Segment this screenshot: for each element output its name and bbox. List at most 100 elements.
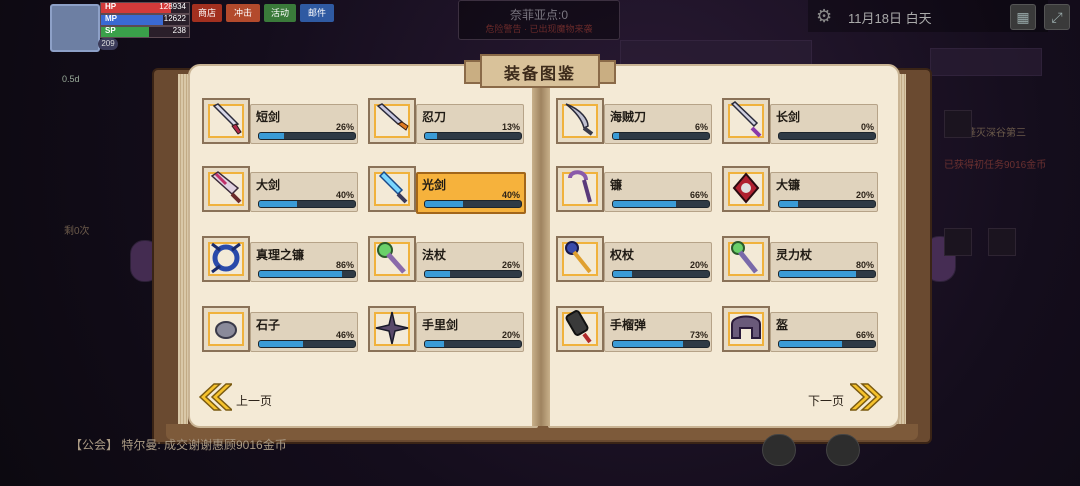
- sp-label: SP: [105, 26, 116, 35]
- collection-percent: 26%: [335, 122, 354, 132]
- hud-button-mail[interactable]: 邮件: [300, 4, 334, 22]
- collection-percent: 20%: [855, 190, 874, 200]
- great-sword-icon: [210, 171, 242, 204]
- equipment-name: 灵力杖: [776, 248, 813, 262]
- collection-percent: 80%: [855, 260, 874, 270]
- scepter-icon: [565, 241, 592, 274]
- mp-label: MP: [105, 14, 117, 23]
- equipment-card[interactable]: 盔 66%: [722, 306, 878, 352]
- top-status-line1: 奈菲亚点:0: [509, 8, 568, 22]
- hud-button-event[interactable]: 活动: [264, 4, 296, 22]
- equipment-card[interactable]: 长剑 0%: [722, 98, 878, 144]
- equipment-card[interactable]: 忍刀 13%: [368, 98, 524, 144]
- card-icon-frame: [722, 236, 770, 282]
- great-scythe-icon: [732, 172, 760, 204]
- card-icon-frame: [556, 236, 604, 282]
- equipment-card[interactable]: 真理之镰 86%: [202, 236, 358, 282]
- progress-bar: [778, 132, 876, 140]
- equipment-name: 盔: [776, 318, 789, 332]
- title-ribbon: 装备图鉴: [462, 52, 618, 88]
- helmet-icon: [731, 315, 761, 339]
- bottom-action-button[interactable]: [762, 434, 796, 466]
- equipment-card[interactable]: 手榴弹 73%: [556, 306, 712, 352]
- double-chevron-left-icon: [198, 383, 232, 411]
- progress-fill: [613, 341, 684, 347]
- equipment-card[interactable]: 大镰 20%: [722, 166, 878, 212]
- book-spine: [532, 66, 550, 426]
- progress-fill: [259, 201, 298, 207]
- equipment-name: 忍刀: [422, 110, 447, 124]
- card-icon-frame: [556, 166, 604, 212]
- progress-fill: [613, 201, 677, 207]
- equipment-card[interactable]: 大剑 40%: [202, 166, 358, 212]
- equipment-card[interactable]: 灵力杖 80%: [722, 236, 878, 282]
- equipment-name: 短剑: [256, 110, 281, 124]
- buff-timer-text: 0.5d: [62, 74, 80, 84]
- page-edge-left: [178, 74, 188, 424]
- background-tile: [930, 48, 1042, 76]
- card-icon-frame: [368, 98, 416, 144]
- progress-bar: [778, 270, 876, 278]
- progress-bar: [778, 340, 876, 348]
- equipment-name: 长剑: [776, 110, 801, 124]
- card-icon-frame: [556, 306, 604, 352]
- progress-fill: [613, 133, 619, 139]
- equipment-name: 手榴弹: [610, 318, 647, 332]
- top-status-panel: 奈菲亚点:0 危险警告 · 已出现魔物来袭: [458, 0, 620, 40]
- map-icon[interactable]: ▦: [1010, 4, 1036, 30]
- equipment-name: 手里剑: [422, 318, 459, 332]
- equipment-card[interactable]: 海贼刀 6%: [556, 98, 712, 144]
- pirate-blade-icon: [565, 103, 594, 136]
- collection-percent: 66%: [689, 190, 708, 200]
- guild-chat-message: 【公会】 特尔曼: 成交谢谢惠顾9016金币: [70, 438, 287, 452]
- collection-percent: 46%: [335, 330, 354, 340]
- hud-button-impact[interactable]: 冲击: [226, 4, 260, 22]
- card-icon-frame: [202, 236, 250, 282]
- equipment-card[interactable]: 石子 46%: [202, 306, 358, 352]
- collection-percent: 6%: [694, 122, 708, 132]
- progress-fill: [259, 271, 342, 277]
- collection-percent: 13%: [501, 122, 520, 132]
- left-side-text: 剩0次: [64, 226, 90, 237]
- hp-value: 128934: [159, 2, 186, 11]
- avatar[interactable]: [50, 4, 100, 52]
- hud-button-shop[interactable]: 商店: [192, 4, 222, 22]
- equipment-card[interactable]: 镰 66%: [556, 166, 712, 212]
- bottom-action-button[interactable]: [826, 434, 860, 466]
- magic-staff-icon: [377, 242, 406, 274]
- sp-bar: SP 238: [100, 26, 190, 38]
- progress-fill: [779, 341, 843, 347]
- prev-page-button[interactable]: 上一页: [196, 382, 316, 412]
- progress-fill: [425, 271, 450, 277]
- equipment-card[interactable]: 短剑 26%: [202, 98, 358, 144]
- card-icon-frame: [202, 98, 250, 144]
- progress-bar: [258, 340, 356, 348]
- progress-fill: [259, 341, 304, 347]
- next-page-label: 下一页: [808, 394, 845, 408]
- side-button[interactable]: [988, 228, 1016, 256]
- equipment-card[interactable]: 手里剑 20%: [368, 306, 524, 352]
- equipment-card[interactable]: 权杖 20%: [556, 236, 712, 282]
- progress-bar: [612, 132, 710, 140]
- side-button[interactable]: [944, 228, 972, 256]
- next-page-button[interactable]: 下一页: [806, 382, 890, 412]
- shuriken-icon: [375, 311, 409, 345]
- progress-fill: [779, 201, 799, 207]
- gear-icon[interactable]: ⚙: [816, 6, 836, 26]
- collection-percent: 0%: [860, 122, 874, 132]
- collection-percent: 86%: [335, 260, 354, 270]
- equipment-name: 大镰: [776, 178, 801, 192]
- progress-bar: [612, 200, 710, 208]
- fullscreen-icon[interactable]: ⤢: [1044, 4, 1070, 30]
- progress-bar: [612, 340, 710, 348]
- hp-bar: HP 128934: [100, 2, 190, 14]
- equipment-card[interactable]: 光剑 40%: [368, 166, 526, 214]
- collection-percent: 66%: [855, 330, 874, 340]
- equipment-card[interactable]: 法杖 26%: [368, 236, 524, 282]
- card-icon-frame: [722, 98, 770, 144]
- collection-percent: 20%: [689, 260, 708, 270]
- prev-page-label: 上一页: [236, 394, 273, 408]
- collection-percent: 73%: [689, 330, 708, 340]
- side-button[interactable]: [944, 110, 972, 138]
- collection-percent: 40%: [501, 190, 520, 200]
